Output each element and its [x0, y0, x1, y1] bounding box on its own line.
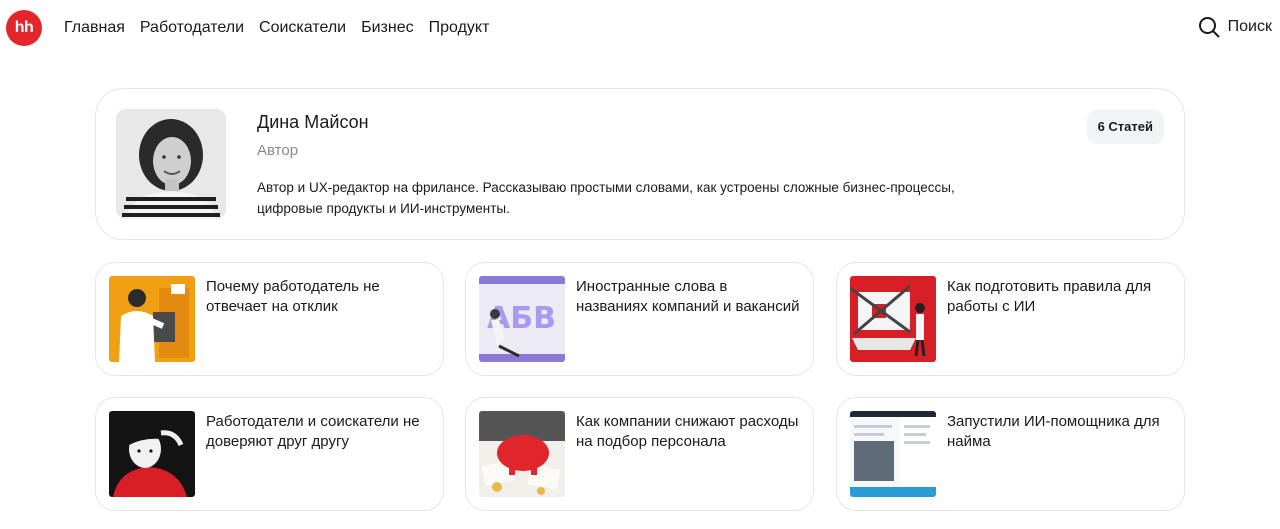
author-avatar — [116, 109, 226, 219]
article-card[interactable]: Почему работодатель не отвечает на откли… — [95, 262, 444, 376]
chained-laptop-illustration-icon — [850, 276, 936, 362]
search-icon — [1198, 17, 1220, 38]
article-title[interactable]: Иностранные слова в названиях компаний и… — [576, 277, 801, 317]
search-label: Поиск — [1227, 18, 1272, 35]
article-title[interactable]: Как компании снижают расходы на подбор п… — [576, 412, 801, 452]
piggy-bank-illustration-icon — [479, 411, 565, 497]
nav-item-applicants[interactable]: Соискатели — [259, 18, 346, 38]
nav-item-product[interactable]: Продукт — [429, 18, 490, 38]
hh-logo[interactable]: hh — [6, 10, 42, 46]
article-card[interactable]: Работодатели и соискатели не доверяют др… — [95, 397, 444, 511]
article-card[interactable]: Запустили ИИ-помощника для найма — [836, 397, 1185, 511]
ai-assistant-screenshot-icon — [850, 411, 936, 497]
man-at-mailbox-illustration-icon — [109, 276, 195, 362]
nav-item-business[interactable]: Бизнес — [361, 18, 414, 38]
author-bio: Автор и UX-редактор на фрилансе. Рассказ… — [257, 180, 955, 216]
article-title[interactable]: Как подготовить правила для работы с ИИ — [947, 277, 1172, 317]
author-role: Автор — [257, 142, 299, 159]
cyrillic-letters-illustration-icon: АБВ — [479, 276, 565, 362]
main-nav: Главная Работодатели Соискатели Бизнес П… — [64, 18, 489, 38]
article-card[interactable]: Как компании снижают расходы на подбор п… — [465, 397, 814, 511]
distrustful-man-illustration-icon — [109, 411, 195, 497]
nav-item-main[interactable]: Главная — [64, 18, 125, 38]
article-title[interactable]: Работодатели и соискатели не доверяют др… — [206, 412, 431, 452]
articles-count-badge[interactable]: 6 Статей — [1086, 110, 1164, 144]
author-name: Дина Майсон — [257, 112, 369, 132]
author-card: Дина Майсон Автор Автор и UX-редактор на… — [95, 88, 1185, 240]
article-card[interactable]: Как подготовить правила для работы с ИИ — [836, 262, 1185, 376]
article-title[interactable]: Почему работодатель не отвечает на откли… — [206, 277, 431, 317]
author-photo-icon — [116, 109, 226, 219]
article-title[interactable]: Запустили ИИ-помощника для найма — [947, 412, 1172, 452]
top-header: hh Главная Работодатели Соискатели Бизне… — [0, 0, 1280, 56]
nav-item-employers[interactable]: Работодатели — [140, 18, 244, 38]
article-card[interactable]: АБВ Иностранные слова в названиях компан… — [465, 262, 814, 376]
search-button[interactable]: Поиск — [1198, 16, 1272, 38]
